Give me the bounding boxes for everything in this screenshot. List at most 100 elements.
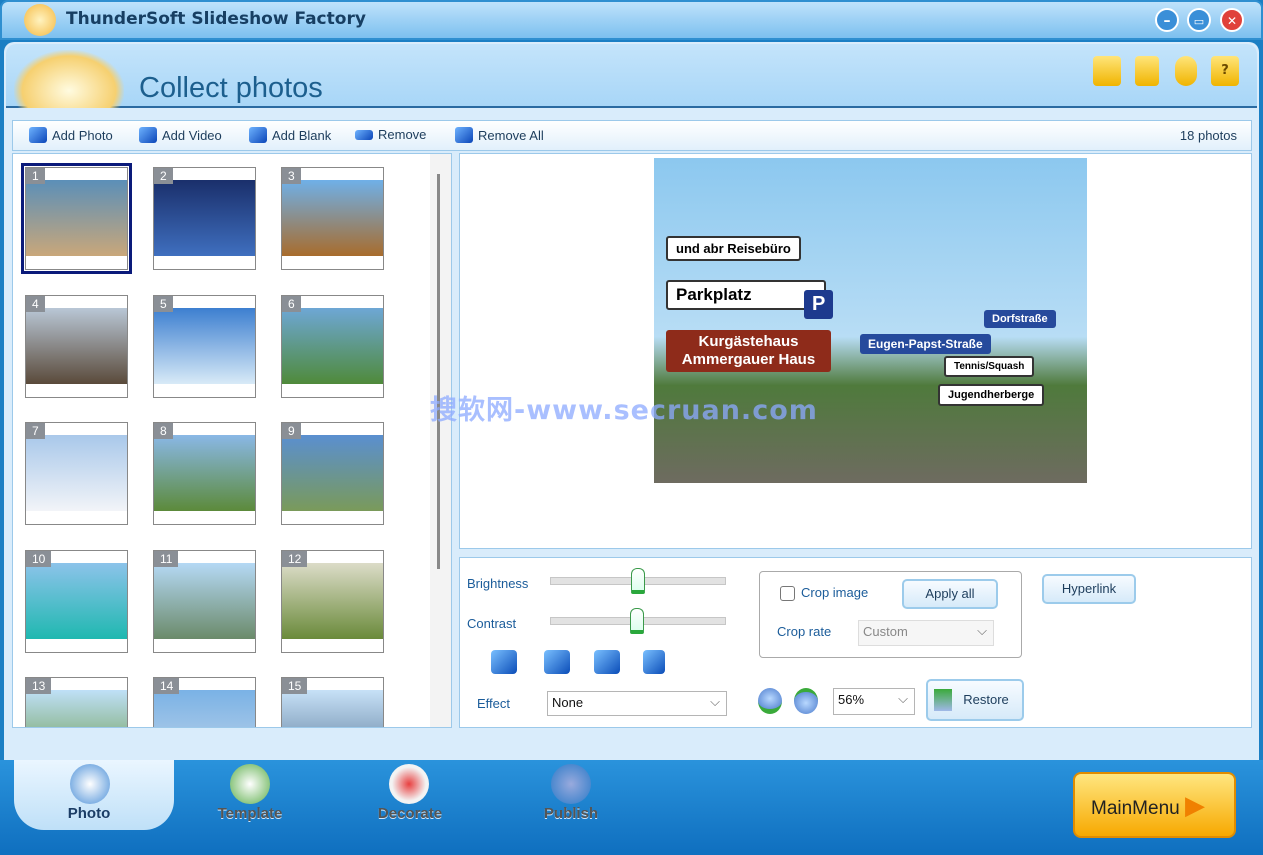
tab-decorate[interactable]: Decorate (350, 805, 470, 822)
rotate-right-icon[interactable] (544, 650, 570, 674)
add-blank-icon (249, 127, 267, 143)
flip-vertical-icon[interactable] (643, 650, 665, 674)
save-icon[interactable] (1135, 56, 1159, 86)
app-logo-icon (24, 4, 56, 36)
photo-thumbnail[interactable]: 2 (153, 167, 256, 270)
thumbnail-image (282, 307, 383, 384)
add-photo-label: Add Photo (52, 127, 113, 143)
crop-image-checkbox[interactable] (780, 586, 795, 601)
tab-template[interactable]: Template (190, 805, 310, 822)
add-photo-button[interactable]: Add Photo (29, 127, 113, 143)
remove-label: Remove (378, 127, 427, 142)
remove-all-label: Remove All (478, 127, 544, 143)
add-video-label: Add Video (162, 127, 222, 143)
apply-all-button[interactable]: Apply all (902, 579, 998, 609)
photo-thumbnail[interactable]: 9 (281, 422, 384, 525)
thumbnail-number: 3 (282, 168, 301, 184)
zoom-select[interactable]: 56% ⌵ (833, 688, 915, 715)
play-arrow-icon: ▶ (1185, 790, 1205, 820)
crop-image-label: Crop image (801, 585, 869, 600)
chevron-down-icon: ⌵ (977, 623, 987, 638)
photo-thumbnail[interactable]: 13 (25, 677, 128, 727)
help-icon[interactable]: ? (1211, 56, 1239, 86)
effect-value: None (552, 695, 584, 710)
remove-all-icon (455, 127, 473, 143)
decorate-tab-icon (389, 764, 429, 804)
flip-horizontal-icon[interactable] (594, 650, 620, 674)
main-menu-button[interactable]: MainMenu ▶ (1073, 772, 1236, 838)
toolbar: Add Photo Add Video Add Blank Remove Rem… (12, 120, 1252, 151)
add-video-button[interactable]: Add Video (139, 127, 222, 143)
photo-thumbnail[interactable]: 15 (281, 677, 384, 727)
zoom-in-icon[interactable] (758, 688, 782, 714)
sign: Kurgästehaus Ammergauer Haus (666, 330, 831, 372)
scrollbar-thumb[interactable] (437, 174, 440, 569)
photo-list: 1 2 3 4 5 6 7 8 9 10 11 12 13 14 15 (12, 153, 452, 728)
thumbnail-image (282, 562, 383, 639)
photo-thumbnail[interactable]: 5 (153, 294, 256, 398)
sign: Tennis/Squash (944, 356, 1035, 377)
thumbnail-number: 1 (26, 168, 45, 184)
clover-logo-icon (14, 50, 124, 108)
folder-icon[interactable] (1093, 56, 1121, 86)
restore-button[interactable]: Restore (926, 679, 1024, 721)
hyperlink-button[interactable]: Hyperlink (1042, 574, 1136, 604)
thumbnail-number: 7 (26, 423, 45, 439)
rotate-left-icon[interactable] (491, 650, 517, 674)
main-menu-label: MainMenu (1091, 798, 1180, 819)
thumbnail-number: 2 (154, 168, 173, 184)
contrast-slider-handle[interactable] (630, 608, 644, 634)
thumbnail-number: 10 (26, 550, 52, 567)
page-title: Collect photos (139, 72, 323, 104)
add-blank-button[interactable]: Add Blank (249, 127, 331, 143)
tab-publish[interactable]: Publish (511, 805, 631, 822)
photo-thumbnail[interactable]: 12 (281, 549, 384, 653)
photo-thumbnail[interactable]: 14 (153, 677, 256, 727)
photo-thumbnail[interactable]: 3 (281, 167, 384, 270)
photo-thumbnail[interactable]: 6 (281, 294, 384, 398)
minimize-button[interactable]: – (1155, 8, 1179, 32)
maximize-button[interactable]: ▭ (1187, 8, 1211, 32)
remove-button[interactable]: Remove (355, 127, 426, 142)
crop-rate-select[interactable]: Custom ⌵ (858, 620, 994, 646)
user-icon[interactable] (1175, 56, 1197, 86)
sign: und abr Reisebüro (666, 236, 801, 261)
remove-all-button[interactable]: Remove All (455, 127, 544, 143)
close-button[interactable]: ✕ (1220, 8, 1244, 32)
thumbnail-number: 5 (154, 295, 173, 312)
brightness-slider-handle[interactable] (631, 568, 645, 594)
publish-tab-icon (551, 764, 591, 804)
chevron-down-icon: ⌵ (898, 691, 908, 706)
restore-icon (934, 689, 952, 711)
thumbnail-image (26, 180, 127, 256)
thumbnail-image (282, 690, 383, 727)
sign: P (804, 290, 834, 319)
thumbnail-number: 13 (26, 678, 52, 694)
preview-panel: und abr Reisebüro Parkplatz P Kurgästeha… (459, 153, 1252, 549)
window-title: ThunderSoft Slideshow Factory (66, 9, 366, 29)
thumbnail-image (26, 690, 127, 727)
scrollbar-track[interactable] (430, 154, 451, 727)
add-video-icon (139, 127, 157, 143)
effect-select[interactable]: None ⌵ (547, 691, 727, 716)
zoom-out-icon[interactable] (794, 688, 818, 714)
thumbnail-number: 11 (154, 550, 179, 567)
photo-thumbnail[interactable]: 8 (153, 422, 256, 525)
remove-icon (355, 129, 373, 140)
photo-thumbnail[interactable]: 7 (25, 422, 128, 525)
tab-photo[interactable]: Photo (29, 805, 149, 822)
sign: Eugen-Papst-Straße (860, 334, 991, 354)
photo-thumbnail[interactable]: 1 (21, 163, 132, 274)
preview-photo: und abr Reisebüro Parkplatz P Kurgästeha… (654, 158, 1087, 483)
add-blank-label: Add Blank (272, 127, 332, 143)
photo-thumbnail[interactable]: 4 (25, 294, 128, 398)
thumbnail-image (154, 307, 255, 384)
thumbnail-image (26, 562, 127, 639)
thumbnail-image (282, 180, 383, 256)
zoom-value: 56% (838, 692, 865, 707)
photo-thumbnail[interactable]: 10 (25, 549, 128, 653)
photo-thumbnail[interactable]: 11 (153, 549, 256, 653)
thumbnail-number: 12 (282, 550, 308, 567)
template-tab-icon (230, 764, 270, 804)
photo-tab-icon (70, 764, 110, 804)
